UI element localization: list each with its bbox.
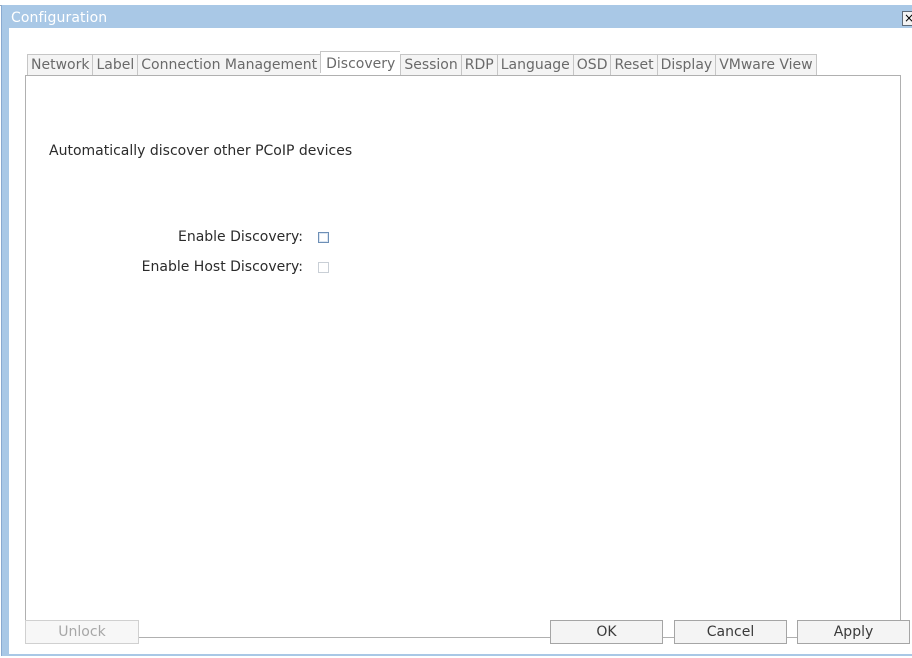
enable-host-discovery-checkbox[interactable] (318, 262, 329, 273)
configuration-window: Configuration × Network Label Connection… (1, 5, 912, 656)
tab-discovery[interactable]: Discovery (320, 51, 401, 73)
tab-osd[interactable]: OSD (572, 54, 611, 76)
tab-strip: Network Label Connection Management Disc… (27, 51, 817, 76)
enable-discovery-checkbox[interactable] (318, 232, 329, 243)
tab-reset[interactable]: Reset (610, 54, 657, 76)
tab-rdp[interactable]: RDP (460, 54, 497, 76)
ok-button[interactable]: OK (550, 620, 663, 644)
tab-session[interactable]: Session (400, 54, 461, 76)
enable-host-discovery-label: Enable Host Discovery: (141, 259, 303, 275)
tab-display[interactable]: Display (656, 54, 716, 76)
unlock-button[interactable]: Unlock (25, 620, 139, 644)
tab-network[interactable]: Network (27, 54, 93, 76)
close-button[interactable]: × (902, 11, 912, 26)
close-icon: × (903, 11, 912, 25)
discovery-description: Automatically discover other PCoIP devic… (49, 143, 353, 159)
tab-language[interactable]: Language (496, 54, 573, 76)
window-title: Configuration (11, 10, 108, 26)
dialog-panel: Network Label Connection Management Disc… (9, 28, 912, 654)
tab-connection-management[interactable]: Connection Management (137, 54, 321, 76)
enable-discovery-label: Enable Discovery: (177, 229, 303, 245)
tab-vmware-view[interactable]: VMware View (715, 54, 817, 76)
cancel-button[interactable]: Cancel (674, 620, 787, 644)
apply-button[interactable]: Apply (797, 620, 910, 644)
tab-label[interactable]: Label (92, 54, 138, 76)
discovery-tab-content: Automatically discover other PCoIP devic… (25, 75, 901, 638)
